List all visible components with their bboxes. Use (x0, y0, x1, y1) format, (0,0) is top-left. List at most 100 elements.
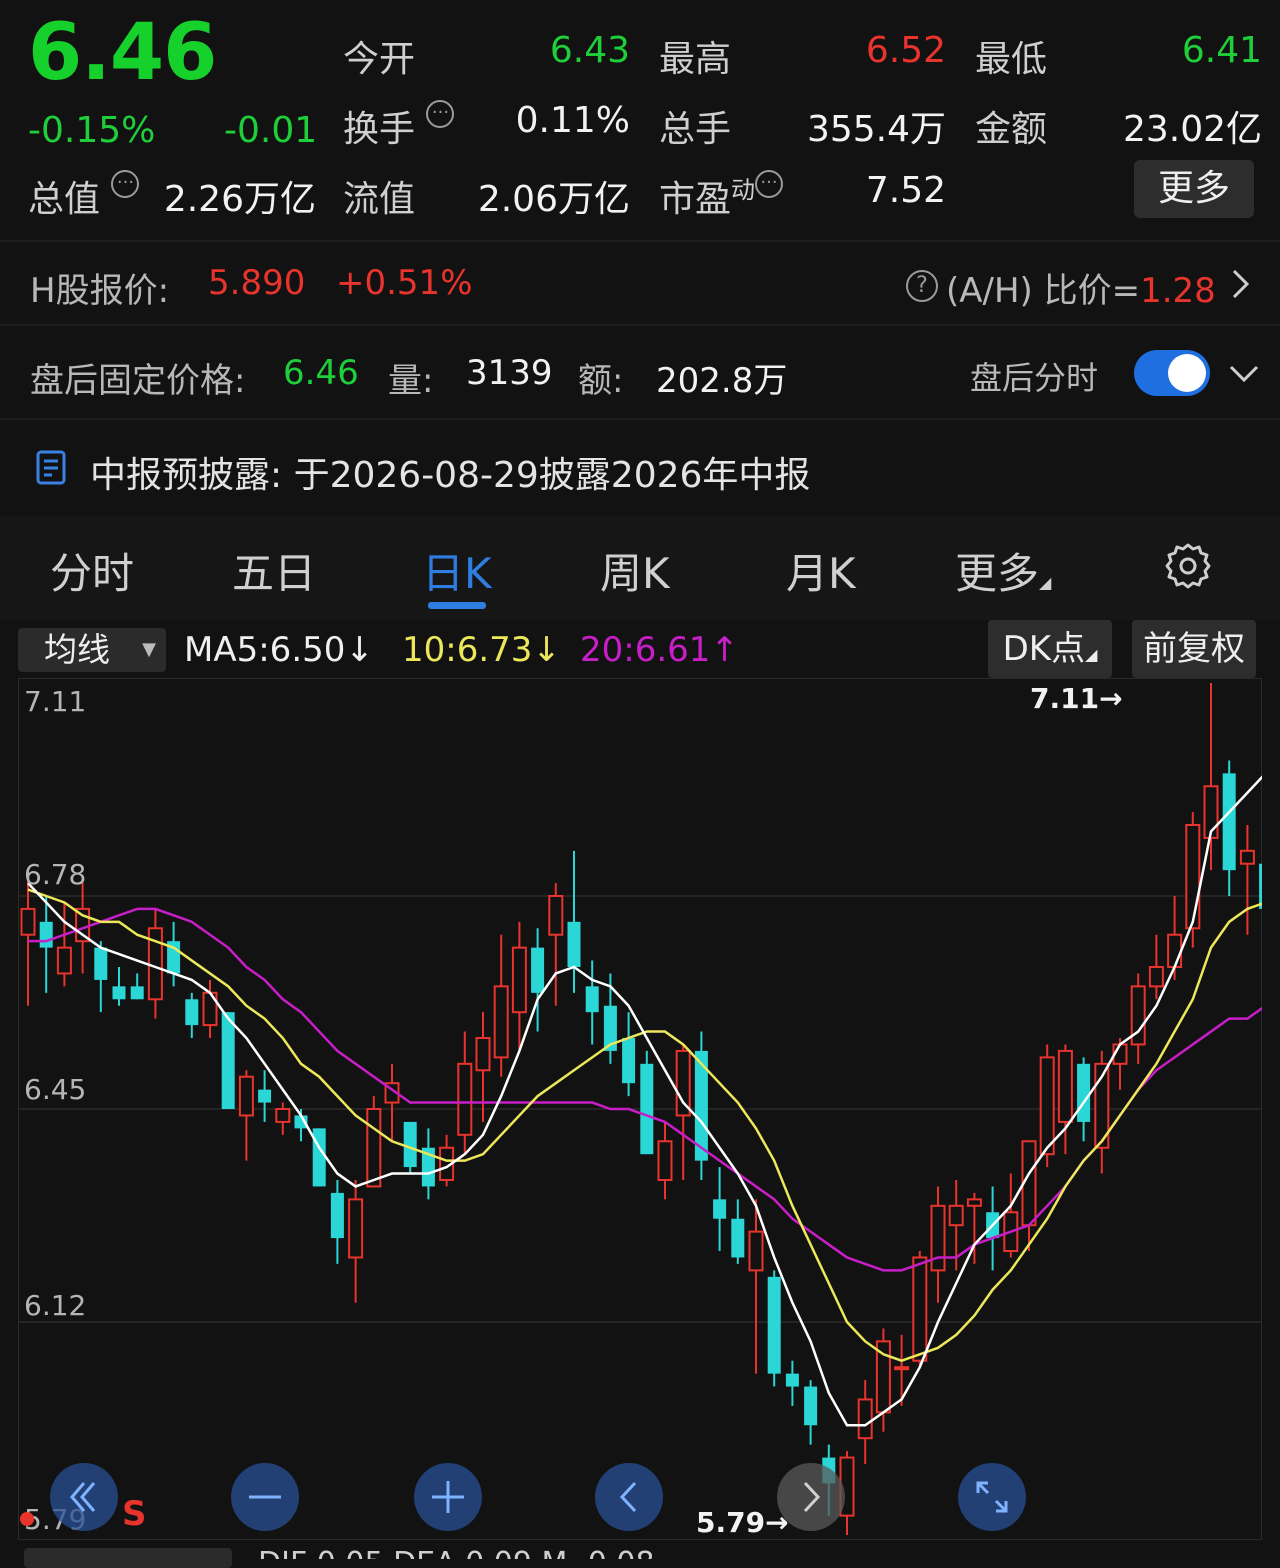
notice-text[interactable]: 中报预披露: 于2026-08-29披露2026年中报 (90, 446, 810, 498)
afterhours-toggle[interactable] (1134, 350, 1210, 396)
candle-body (348, 1198, 364, 1259)
candle-up (147, 908, 163, 1019)
min-price-marker: 5.79→ (696, 1506, 789, 1539)
candle-body (275, 1108, 291, 1123)
zoom-in-button[interactable] (414, 1463, 482, 1531)
high-label: 最高 (659, 39, 732, 80)
zoom-out-button[interactable] (231, 1463, 299, 1531)
candle-body (585, 986, 599, 1013)
candle-down (694, 1031, 708, 1180)
candle-down (1222, 760, 1236, 896)
scroll-right-button[interactable] (777, 1463, 845, 1531)
candle-down (622, 1012, 636, 1097)
chevron-right-icon[interactable] (1228, 268, 1252, 300)
document-icon (36, 450, 66, 485)
tab-monthly-k[interactable]: 月K (786, 540, 856, 601)
info-icon[interactable]: ··· (755, 170, 784, 198)
candle-body (731, 1218, 745, 1258)
candle-body (20, 907, 36, 936)
fullscreen-button[interactable] (958, 1463, 1026, 1531)
candle-body (894, 1366, 910, 1371)
candle-up (1057, 1044, 1073, 1155)
candle-up (511, 921, 527, 1051)
candle-body (1077, 1063, 1091, 1122)
tab-more[interactable]: 更多◢ (955, 540, 1051, 601)
candle-body (1167, 933, 1183, 968)
help-icon[interactable]: ? (906, 270, 938, 302)
tab-daily-k[interactable]: 日K (422, 540, 492, 601)
low-value: 6.41 (1181, 30, 1262, 71)
afterhours-amt-label: 额: (578, 361, 624, 401)
chevron-down-icon[interactable] (1228, 362, 1260, 384)
y-tick: 6.78 (24, 858, 87, 891)
dk-points-button[interactable]: DK点◢ (988, 620, 1112, 678)
candle-down (221, 1012, 235, 1109)
afterhours-vol-label: 量: (388, 361, 434, 401)
afterhours-label: 盘后固定价格: (30, 361, 246, 401)
hshare-price: 5.890 (208, 263, 306, 303)
last-price: 6.46 (28, 8, 217, 98)
candle-down (167, 921, 181, 987)
candle-down (1077, 1057, 1091, 1142)
candle-down (312, 1128, 326, 1187)
tab-five-day[interactable]: 五日 (232, 540, 316, 601)
candle-body (1239, 849, 1255, 865)
candle-up (238, 1070, 254, 1161)
volume-label: 总手 (659, 109, 732, 150)
pe-label: 市盈动 ··· (659, 170, 784, 222)
candle-body (713, 1199, 727, 1219)
afterhours-amt: 202.8万 (656, 361, 788, 401)
y-tick: 6.12 (24, 1289, 87, 1322)
tab-intraday[interactable]: 分时 (50, 540, 134, 601)
info-icon[interactable]: ··· (111, 170, 140, 198)
scroll-to-start-button[interactable] (50, 1463, 118, 1531)
candle-up (56, 902, 72, 987)
candle-up (1021, 1140, 1037, 1251)
candle-up (1003, 1173, 1019, 1258)
tab-weekly-k[interactable]: 周K (600, 540, 670, 601)
scroll-left-button[interactable] (595, 1463, 663, 1531)
afterhours-toggle-label: 盘后分时 (970, 359, 1099, 397)
candle-body (75, 907, 91, 943)
sell-marker: S (122, 1494, 147, 1534)
y-tick: 7.11 (24, 685, 87, 718)
candle-body (567, 921, 581, 967)
candle-body (640, 1063, 654, 1155)
candle-up (748, 1199, 764, 1374)
indicator-select[interactable]: 均线 ▼ (18, 628, 166, 672)
candle-up (475, 1012, 491, 1122)
floatcap-label: 流值 (343, 179, 416, 220)
candle-up (657, 1121, 673, 1200)
turnover-value: 0.11% (515, 100, 630, 141)
candle-up (548, 883, 564, 1006)
candle-body (39, 921, 53, 948)
candle-down (185, 992, 199, 1038)
candle-up (1185, 812, 1201, 948)
candle-body (1148, 966, 1164, 988)
candle-up (384, 1063, 400, 1142)
amount-label: 金额 (975, 109, 1048, 150)
expand-icon (976, 1481, 1008, 1513)
mktcap-label: 总值 ··· (28, 170, 140, 222)
forward-adjust-button[interactable]: 前复权 (1132, 620, 1256, 678)
candle-up (1130, 973, 1146, 1064)
candle-up (366, 1096, 382, 1188)
candle-down (130, 973, 144, 1000)
candle-down (731, 1199, 745, 1264)
candle-body (403, 1121, 417, 1168)
more-button[interactable]: 更多 (1134, 160, 1254, 218)
candle-body (312, 1128, 326, 1187)
info-icon[interactable]: ··· (426, 100, 455, 128)
settings-gear-icon[interactable] (1163, 541, 1213, 591)
double-chevron-left-icon (70, 1482, 96, 1512)
candle-down (94, 941, 108, 1013)
lower-indicator-select[interactable] (24, 1548, 232, 1568)
kline-chart[interactable] (18, 678, 1262, 1540)
candle-body (1259, 863, 1262, 909)
candle-up (348, 1180, 364, 1303)
afterhours-vol: 3139 (466, 353, 553, 393)
candle-down (785, 1360, 799, 1406)
y-tick: 6.45 (24, 1073, 87, 1106)
ah-ratio[interactable]: (A/H) 比价=1.28 (946, 263, 1216, 312)
candle-body (1057, 1049, 1073, 1123)
